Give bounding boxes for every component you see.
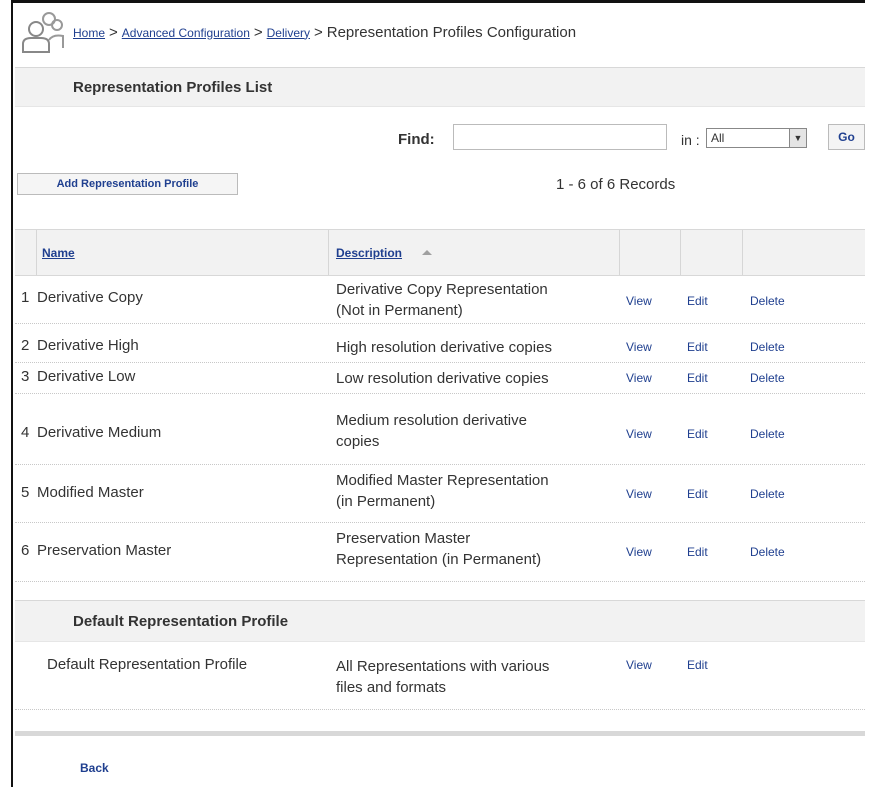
edit-link[interactable]: Edit: [687, 487, 708, 501]
name-column-header[interactable]: Name: [42, 246, 75, 260]
breadcrumb-advanced-configuration-link[interactable]: Advanced Configuration: [122, 26, 250, 40]
description-line: All Representations with various: [336, 658, 550, 675]
description-line: Low resolution derivative copies: [336, 370, 549, 387]
edit-link[interactable]: Edit: [687, 545, 708, 559]
scope-select[interactable]: All ▼: [706, 128, 807, 148]
profile-name: Derivative Medium: [37, 424, 162, 441]
table-row: 1 Derivative Copy Derivative Copy Repres…: [15, 275, 865, 324]
view-link[interactable]: View: [626, 340, 652, 354]
search-bar: Find: in : All ▼ Go: [15, 118, 865, 160]
table-row: 3 Derivative Low Low resolution derivati…: [15, 363, 865, 394]
edit-link[interactable]: Edit: [687, 427, 708, 441]
column-divider: [742, 230, 743, 275]
row-number: 2: [21, 337, 30, 354]
find-label: Find:: [398, 131, 435, 148]
row-number: 1: [21, 289, 30, 306]
breadcrumb-separator: >: [253, 23, 263, 41]
profile-description: High resolution derivative copies: [336, 337, 616, 358]
view-link[interactable]: View: [626, 545, 652, 559]
view-link[interactable]: View: [626, 371, 652, 385]
breadcrumb-separator: >: [109, 23, 118, 41]
edit-link[interactable]: Edit: [687, 371, 708, 385]
edit-link[interactable]: Edit: [687, 340, 708, 354]
table-header: Name Description: [15, 229, 865, 276]
default-section-header: Default Representation Profile: [15, 600, 865, 642]
profile-name: Derivative Copy: [37, 289, 143, 306]
profile-description: Medium resolution derivative copies: [336, 410, 616, 452]
profile-name: Modified Master: [37, 484, 144, 501]
profile-name: Default Representation Profile: [47, 656, 248, 673]
description-line: Modified Master Representation: [336, 472, 549, 489]
description-line: (Not in Permanent): [336, 302, 463, 319]
column-divider: [328, 230, 329, 275]
delete-link[interactable]: Delete: [750, 545, 785, 559]
description-line: Representation (in Permanent): [336, 551, 542, 568]
add-representation-profile-button[interactable]: Add Representation Profile: [17, 173, 238, 195]
profile-description: Preservation Master Representation (in P…: [336, 528, 616, 570]
delete-link[interactable]: Delete: [750, 487, 785, 501]
back-link[interactable]: Back: [80, 761, 109, 775]
profile-description: Low resolution derivative copies: [336, 368, 616, 389]
table-row: 6 Preservation Master Preservation Maste…: [15, 523, 865, 582]
table-row: 5 Modified Master Modified Master Repres…: [15, 465, 865, 523]
breadcrumb-current: Representation Profiles Configuration: [326, 23, 577, 41]
description-line: Preservation Master: [336, 530, 471, 547]
go-button[interactable]: Go: [828, 124, 865, 150]
column-divider: [619, 230, 620, 275]
users-icon: [22, 12, 64, 53]
row-number: 3: [21, 368, 30, 385]
view-link[interactable]: View: [626, 294, 652, 308]
breadcrumb: Home > Advanced Configuration > Delivery > Rep…: [15, 8, 865, 56]
table-row: 2 Derivative High High resolution deriva…: [15, 324, 865, 363]
in-label: in :: [681, 132, 700, 148]
profile-name: Derivative Low: [37, 368, 136, 385]
view-link[interactable]: View: [626, 658, 652, 672]
description-column-header[interactable]: Description: [336, 246, 402, 260]
records-count: 1 - 6 of 6 Records: [556, 176, 676, 193]
row-number: 6: [21, 542, 30, 559]
dropdown-arrow-icon[interactable]: ▼: [789, 129, 806, 147]
breadcrumb-separator: >: [313, 23, 323, 41]
table-row: Default Representation Profile All Repre…: [15, 641, 865, 710]
delete-link[interactable]: Delete: [750, 371, 785, 385]
sort-ascending-icon: [422, 250, 432, 255]
description-line: (in Permanent): [336, 493, 436, 510]
description-line: High resolution derivative copies: [336, 339, 552, 356]
description-line: files and formats: [336, 679, 447, 696]
delete-link[interactable]: Delete: [750, 427, 785, 441]
footer-divider: [15, 731, 865, 736]
description-line: Derivative Copy Representation: [336, 281, 548, 298]
description-line: Medium resolution derivative: [336, 412, 527, 429]
row-number: 4: [21, 424, 30, 441]
delete-link[interactable]: Delete: [750, 294, 785, 308]
column-divider: [36, 230, 37, 275]
table-row: 4 Derivative Medium Medium resolution de…: [15, 394, 865, 465]
list-section-header: Representation Profiles List: [15, 67, 865, 107]
view-link[interactable]: View: [626, 427, 652, 441]
description-line: copies: [336, 433, 380, 450]
edit-link[interactable]: Edit: [687, 658, 708, 672]
search-input[interactable]: [453, 124, 667, 150]
page-top-border: [11, 0, 865, 3]
page-left-border: [11, 0, 13, 787]
view-link[interactable]: View: [626, 487, 652, 501]
profile-description: All Representations with various files a…: [336, 656, 616, 698]
profile-description: Derivative Copy Representation (Not in P…: [336, 279, 616, 321]
column-divider: [680, 230, 681, 275]
profile-description: Modified Master Representation (in Perma…: [336, 470, 616, 512]
scope-select-value: All: [711, 131, 725, 145]
profile-name: Derivative High: [37, 337, 139, 354]
row-number: 5: [21, 484, 30, 501]
list-section-title: Representation Profiles List: [73, 78, 273, 96]
delete-link[interactable]: Delete: [750, 340, 785, 354]
profile-name: Preservation Master: [37, 542, 172, 559]
edit-link[interactable]: Edit: [687, 294, 708, 308]
breadcrumb-home-link[interactable]: Home: [73, 26, 105, 40]
breadcrumb-delivery-link[interactable]: Delivery: [267, 26, 310, 40]
default-section-title: Default Representation Profile: [73, 612, 289, 630]
